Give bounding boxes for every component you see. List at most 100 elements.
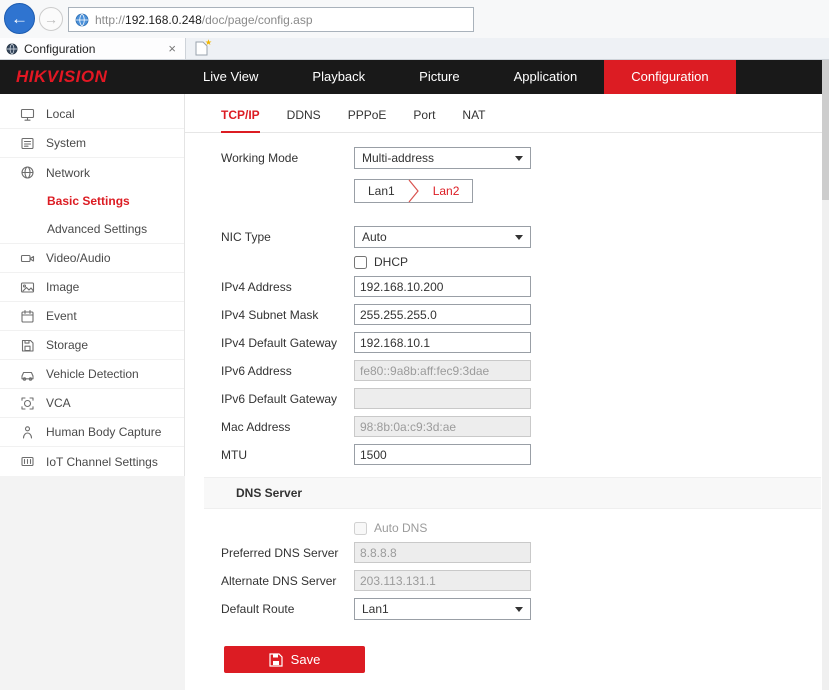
mtu-label: MTU — [221, 448, 354, 462]
sidebar-item-system[interactable]: System — [0, 129, 184, 158]
lan2-tab[interactable]: Lan2 — [420, 180, 473, 202]
sidebar-item-label: Image — [46, 280, 79, 294]
tab-port[interactable]: Port — [413, 108, 435, 132]
save-button[interactable]: Save — [224, 646, 365, 673]
sidebar-item-network[interactable]: Network — [0, 158, 184, 187]
browser-toolbar: ← → http://192.168.0.248/doc/page/config… — [0, 0, 829, 38]
sidebar-item-video-audio[interactable]: Video/Audio — [0, 244, 184, 273]
scrollbar-thumb[interactable] — [822, 60, 829, 200]
sidebar-item-vehicle-detection[interactable]: Vehicle Detection — [0, 360, 184, 389]
preferred-dns-label: Preferred DNS Server — [221, 546, 354, 560]
iot-channel-icon — [19, 454, 35, 470]
sidebar-item-advanced-settings[interactable]: Advanced Settings — [0, 215, 184, 243]
ipv6-address-label: IPv6 Address — [221, 364, 354, 378]
dhcp-label: DHCP — [374, 255, 408, 269]
hikvision-logo: HIKVISION — [0, 67, 176, 87]
lan-tabs: Lan1 Lan2 — [354, 179, 473, 203]
chevron-down-icon — [515, 156, 523, 161]
app-body: Local System Network Basic Settings Adva… — [0, 94, 822, 690]
browser-forward-button[interactable]: → — [39, 7, 63, 31]
ipv4-gateway-input[interactable] — [354, 332, 531, 353]
top-navigation: Live View Playback Picture Application C… — [176, 60, 736, 94]
auto-dns-label: Auto DNS — [374, 521, 427, 535]
sidebar-group-network: Network Basic Settings Advanced Settings — [0, 158, 184, 244]
working-mode-row: Working Mode Multi-address — [221, 147, 822, 169]
url-text: http://192.168.0.248/doc/page/config.asp — [95, 13, 313, 27]
preferred-dns-row: Preferred DNS Server — [221, 542, 822, 563]
save-button-label: Save — [291, 652, 321, 667]
tab-ddns[interactable]: DDNS — [287, 108, 321, 132]
page-scrollbar[interactable] — [822, 60, 829, 690]
default-route-select[interactable]: Lan1 — [354, 598, 531, 620]
default-route-row: Default Route Lan1 — [221, 598, 822, 620]
url-host: 192.168.0.248 — [125, 13, 202, 27]
nic-type-value: Auto — [362, 230, 387, 244]
ipv4-subnet-input[interactable] — [354, 304, 531, 325]
ipv4-address-label: IPv4 Address — [221, 280, 354, 294]
address-bar[interactable]: http://192.168.0.248/doc/page/config.asp — [68, 7, 474, 32]
monitor-icon — [19, 106, 35, 122]
sidebar-item-label: Storage — [46, 338, 88, 352]
nic-type-label: NIC Type — [221, 230, 354, 244]
nic-type-select[interactable]: Auto — [354, 226, 531, 248]
sidebar-menu: Local System Network Basic Settings Adva… — [0, 94, 185, 476]
back-arrow-icon: ← — [11, 9, 28, 29]
chevron-down-icon — [515, 607, 523, 612]
chevron-down-icon — [515, 235, 523, 240]
sidebar-item-storage[interactable]: Storage — [0, 331, 184, 360]
lan-chevron-icon — [408, 179, 420, 203]
tcpip-form: Working Mode Multi-address Lan1 Lan2 — [185, 133, 822, 673]
sidebar-item-local[interactable]: Local — [0, 100, 184, 129]
default-route-label: Default Route — [221, 602, 354, 616]
tab-close-icon[interactable]: × — [165, 41, 179, 56]
tab-pppoe[interactable]: PPPoE — [348, 108, 387, 132]
sidebar-item-label: Video/Audio — [46, 251, 111, 265]
url-path: /doc/page/config.asp — [202, 13, 313, 27]
browser-back-button[interactable]: ← — [4, 3, 35, 34]
ipv4-subnet-label: IPv4 Subnet Mask — [221, 308, 354, 322]
mac-address-input — [354, 416, 531, 437]
working-mode-select[interactable]: Multi-address — [354, 147, 531, 169]
globe-icon — [19, 165, 35, 181]
sidebar-item-vca[interactable]: VCA — [0, 389, 184, 418]
disk-icon — [19, 337, 35, 353]
car-icon — [19, 366, 35, 382]
config-tab-bar: TCP/IP DDNS PPPoE Port NAT — [185, 94, 822, 133]
sidebar-item-event[interactable]: Event — [0, 302, 184, 331]
browser-tab-configuration[interactable]: Configuration × — [0, 38, 186, 59]
tab-nat[interactable]: NAT — [462, 108, 485, 132]
mtu-input[interactable] — [354, 444, 531, 465]
sidebar-item-label: Vehicle Detection — [46, 367, 139, 381]
nav-picture[interactable]: Picture — [392, 60, 486, 94]
app-header: HIKVISION Live View Playback Picture App… — [0, 60, 822, 94]
person-icon — [19, 424, 35, 440]
ipv6-address-row: IPv6 Address — [221, 360, 822, 381]
new-tab-star-icon: ★ — [205, 38, 212, 47]
nav-application[interactable]: Application — [487, 60, 605, 94]
sidebar-item-human-body-capture[interactable]: Human Body Capture — [0, 418, 184, 447]
ipv4-address-input[interactable] — [354, 276, 531, 297]
ipv4-subnet-row: IPv4 Subnet Mask — [221, 304, 822, 325]
dhcp-checkbox[interactable] — [354, 256, 367, 269]
vca-target-icon — [19, 395, 35, 411]
sidebar-item-basic-settings[interactable]: Basic Settings — [0, 187, 184, 215]
preferred-dns-input — [354, 542, 531, 563]
sidebar-item-label: Local — [46, 107, 75, 121]
forward-arrow-icon: → — [44, 11, 58, 27]
alternate-dns-row: Alternate DNS Server — [221, 570, 822, 591]
sidebar-item-image[interactable]: Image — [0, 273, 184, 302]
ipv4-gateway-row: IPv4 Default Gateway — [221, 332, 822, 353]
lan1-tab[interactable]: Lan1 — [355, 180, 408, 202]
tab-tcpip[interactable]: TCP/IP — [221, 108, 260, 133]
alternate-dns-label: Alternate DNS Server — [221, 574, 354, 588]
sidebar: Local System Network Basic Settings Adva… — [0, 94, 185, 690]
nav-playback[interactable]: Playback — [285, 60, 392, 94]
url-scheme: http:// — [95, 13, 125, 27]
sidebar-item-iot-channel-settings[interactable]: IoT Channel Settings — [0, 447, 184, 476]
nav-configuration[interactable]: Configuration — [604, 60, 735, 94]
sidebar-item-label: Human Body Capture — [46, 425, 161, 439]
new-tab-button[interactable]: ★ — [186, 38, 216, 59]
nav-live-view[interactable]: Live View — [176, 60, 285, 94]
sidebar-item-label: Event — [46, 309, 77, 323]
auto-dns-row: Auto DNS — [221, 521, 822, 535]
